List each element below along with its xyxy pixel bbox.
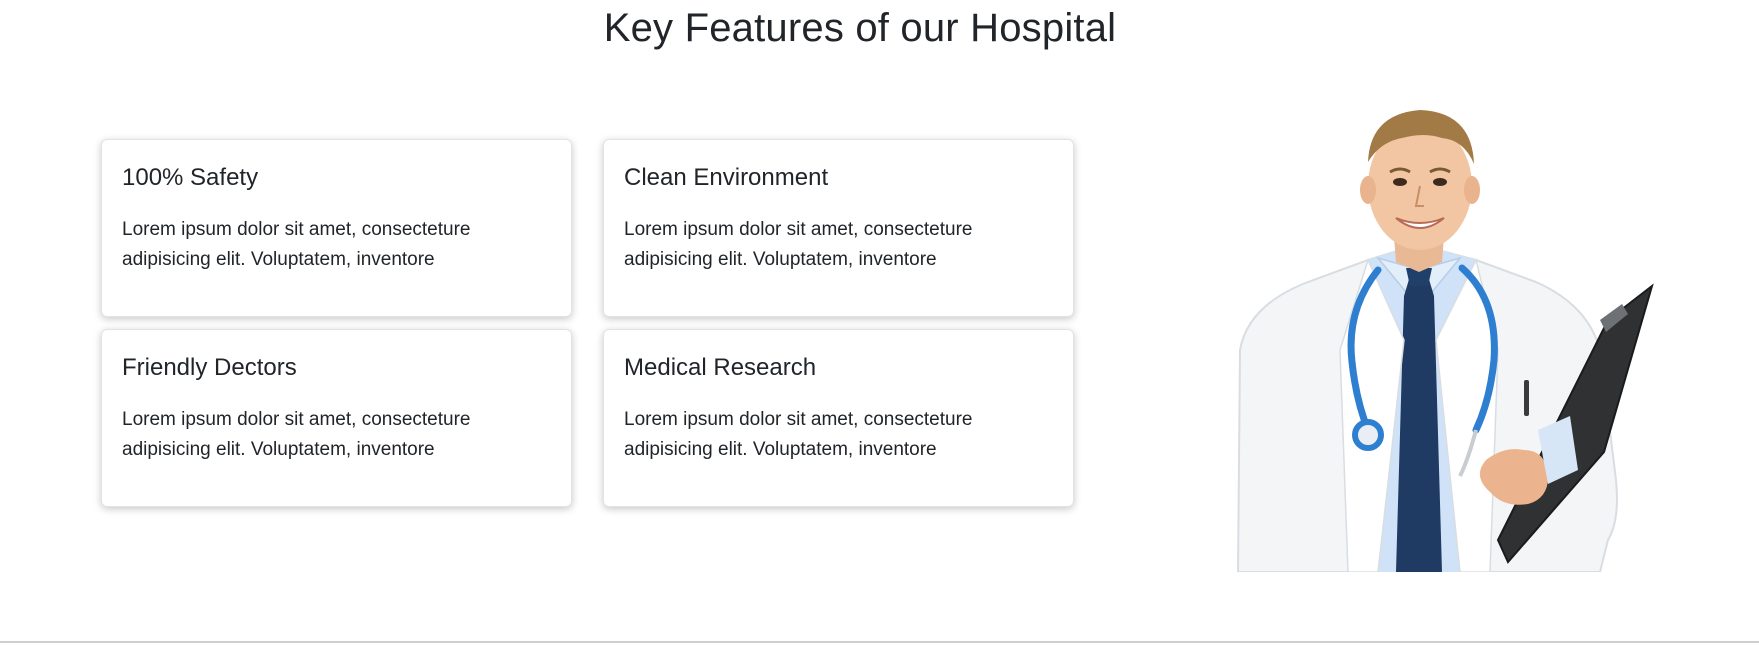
features-grid: 100% Safety Lorem ipsum dolor sit amet, … <box>101 139 1074 507</box>
feature-card-friendly-doctors: Friendly Dectors Lorem ipsum dolor sit a… <box>101 329 572 507</box>
doctor-image <box>1236 110 1654 572</box>
feature-card-text: Lorem ipsum dolor sit amet, consecteture… <box>624 218 973 270</box>
feature-card-title: Clean Environment <box>624 164 829 191</box>
feature-card-text: Lorem ipsum dolor sit amet, consecteture… <box>624 408 973 460</box>
feature-card-title: Medical Research <box>624 354 817 381</box>
feature-card-title: Friendly Dectors <box>122 354 297 381</box>
section-divider <box>0 641 1759 643</box>
feature-card-safety: 100% Safety Lorem ipsum dolor sit amet, … <box>101 139 572 317</box>
feature-card-text: Lorem ipsum dolor sit amet, consecteture… <box>122 218 471 270</box>
page-title: Key Features of our Hospital <box>603 6 1117 50</box>
feature-card-clean-environment: Clean Environment Lorem ipsum dolor sit … <box>603 139 1074 317</box>
feature-card-medical-research: Medical Research Lorem ipsum dolor sit a… <box>603 329 1074 507</box>
feature-card-text: Lorem ipsum dolor sit amet, consecteture… <box>122 408 471 460</box>
feature-card-title: 100% Safety <box>122 164 259 191</box>
